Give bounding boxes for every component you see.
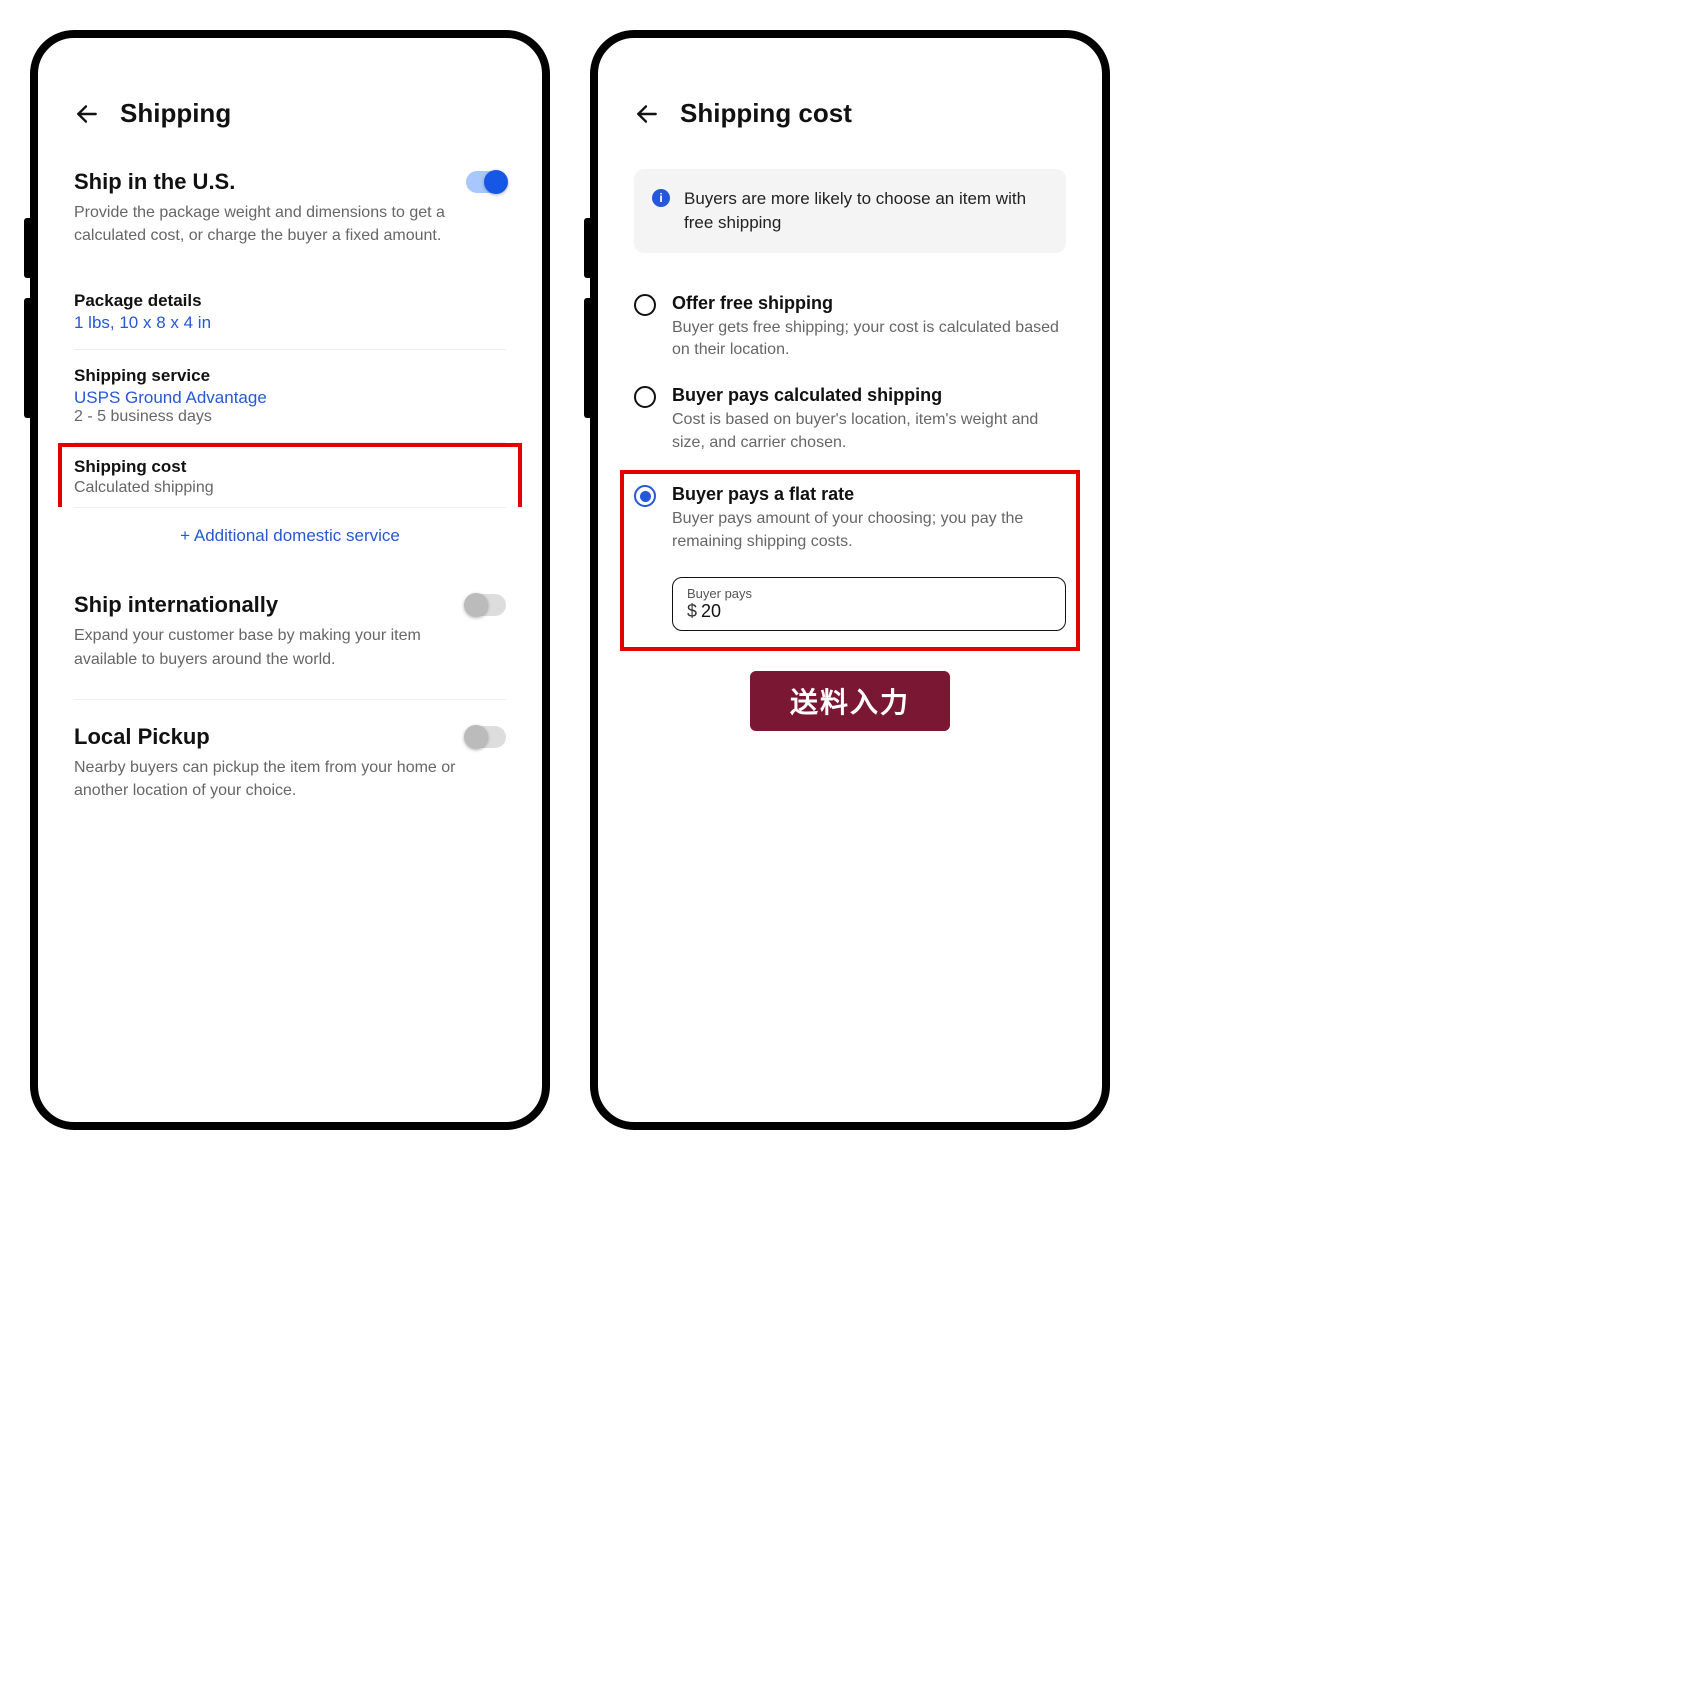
ship-intl-section: Ship internationally Expand your custome… <box>74 592 506 670</box>
radio-icon <box>634 386 656 408</box>
buyer-pays-input[interactable]: Buyer pays $ 20 <box>672 577 1066 631</box>
shipping-cost-value: Calculated shipping <box>74 479 506 497</box>
option-flat-label: Buyer pays a flat rate <box>672 484 1066 505</box>
radio-icon <box>634 294 656 316</box>
additional-service-link[interactable]: + Additional domestic service <box>74 508 506 552</box>
local-pickup-section: Local Pickup Nearby buyers can pickup th… <box>74 724 506 802</box>
option-flat-desc: Buyer pays amount of your choosing; you … <box>672 508 1066 553</box>
divider <box>74 699 506 700</box>
info-box: i Buyers are more likely to choose an it… <box>634 169 1066 253</box>
shipping-service-value: USPS Ground Advantage <box>74 388 506 408</box>
option-calc-label: Buyer pays calculated shipping <box>672 385 1066 406</box>
option-free-desc: Buyer gets free shipping; your cost is c… <box>672 317 1066 362</box>
shipping-cost-label: Shipping cost <box>74 457 506 477</box>
option-calc-desc: Cost is based on buyer's location, item'… <box>672 409 1066 454</box>
buyer-pays-label: Buyer pays <box>687 586 1051 601</box>
ship-intl-title: Ship internationally <box>74 592 466 618</box>
package-details-value: 1 lbs, 10 x 8 x 4 in <box>74 313 506 333</box>
local-pickup-desc: Nearby buyers can pickup the item from y… <box>74 756 466 802</box>
annotation-callout: 送料入力 <box>750 671 950 731</box>
page-title: Shipping cost <box>680 98 852 129</box>
ship-us-title: Ship in the U.S. <box>74 169 466 195</box>
header: Shipping <box>74 98 506 129</box>
option-flat-highlight: Buyer pays a flat rate Buyer pays amount… <box>620 470 1080 651</box>
package-details-label: Package details <box>74 291 506 311</box>
phone-frame-right: Shipping cost i Buyers are more likely t… <box>590 30 1110 1130</box>
shipping-cost-row[interactable]: Shipping cost Calculated shipping <box>58 443 522 507</box>
option-flat-rate[interactable]: Buyer pays a flat rate Buyer pays amount… <box>634 480 1066 565</box>
shipping-service-sub: 2 - 5 business days <box>74 408 506 426</box>
local-pickup-title: Local Pickup <box>74 724 466 750</box>
ship-us-section: Ship in the U.S. Provide the package wei… <box>74 169 506 247</box>
ship-intl-toggle[interactable] <box>466 594 506 616</box>
ship-intl-desc: Expand your customer base by making your… <box>74 624 466 670</box>
info-icon: i <box>652 189 670 207</box>
phone-frame-left: Shipping Ship in the U.S. Provide the pa… <box>30 30 550 1130</box>
buyer-pays-value: 20 <box>701 601 721 622</box>
page-title: Shipping <box>120 98 231 129</box>
shipping-service-label: Shipping service <box>74 366 506 386</box>
radio-icon <box>634 485 656 507</box>
info-text: Buyers are more likely to choose an item… <box>684 187 1048 235</box>
back-icon[interactable] <box>74 101 100 127</box>
package-details-row[interactable]: Package details 1 lbs, 10 x 8 x 4 in <box>74 275 506 350</box>
currency-symbol: $ <box>687 601 697 622</box>
shipping-service-row[interactable]: Shipping service USPS Ground Advantage 2… <box>74 350 506 443</box>
ship-us-desc: Provide the package weight and dimension… <box>74 201 466 247</box>
header: Shipping cost <box>634 98 1066 129</box>
option-free-shipping[interactable]: Offer free shipping Buyer gets free ship… <box>634 281 1066 374</box>
screen-left: Shipping Ship in the U.S. Provide the pa… <box>38 38 542 1122</box>
screen-right: Shipping cost i Buyers are more likely t… <box>598 38 1102 1122</box>
back-icon[interactable] <box>634 101 660 127</box>
local-pickup-toggle[interactable] <box>466 726 506 748</box>
option-calculated[interactable]: Buyer pays calculated shipping Cost is b… <box>634 373 1066 466</box>
ship-us-toggle[interactable] <box>466 171 506 193</box>
option-free-label: Offer free shipping <box>672 293 1066 314</box>
